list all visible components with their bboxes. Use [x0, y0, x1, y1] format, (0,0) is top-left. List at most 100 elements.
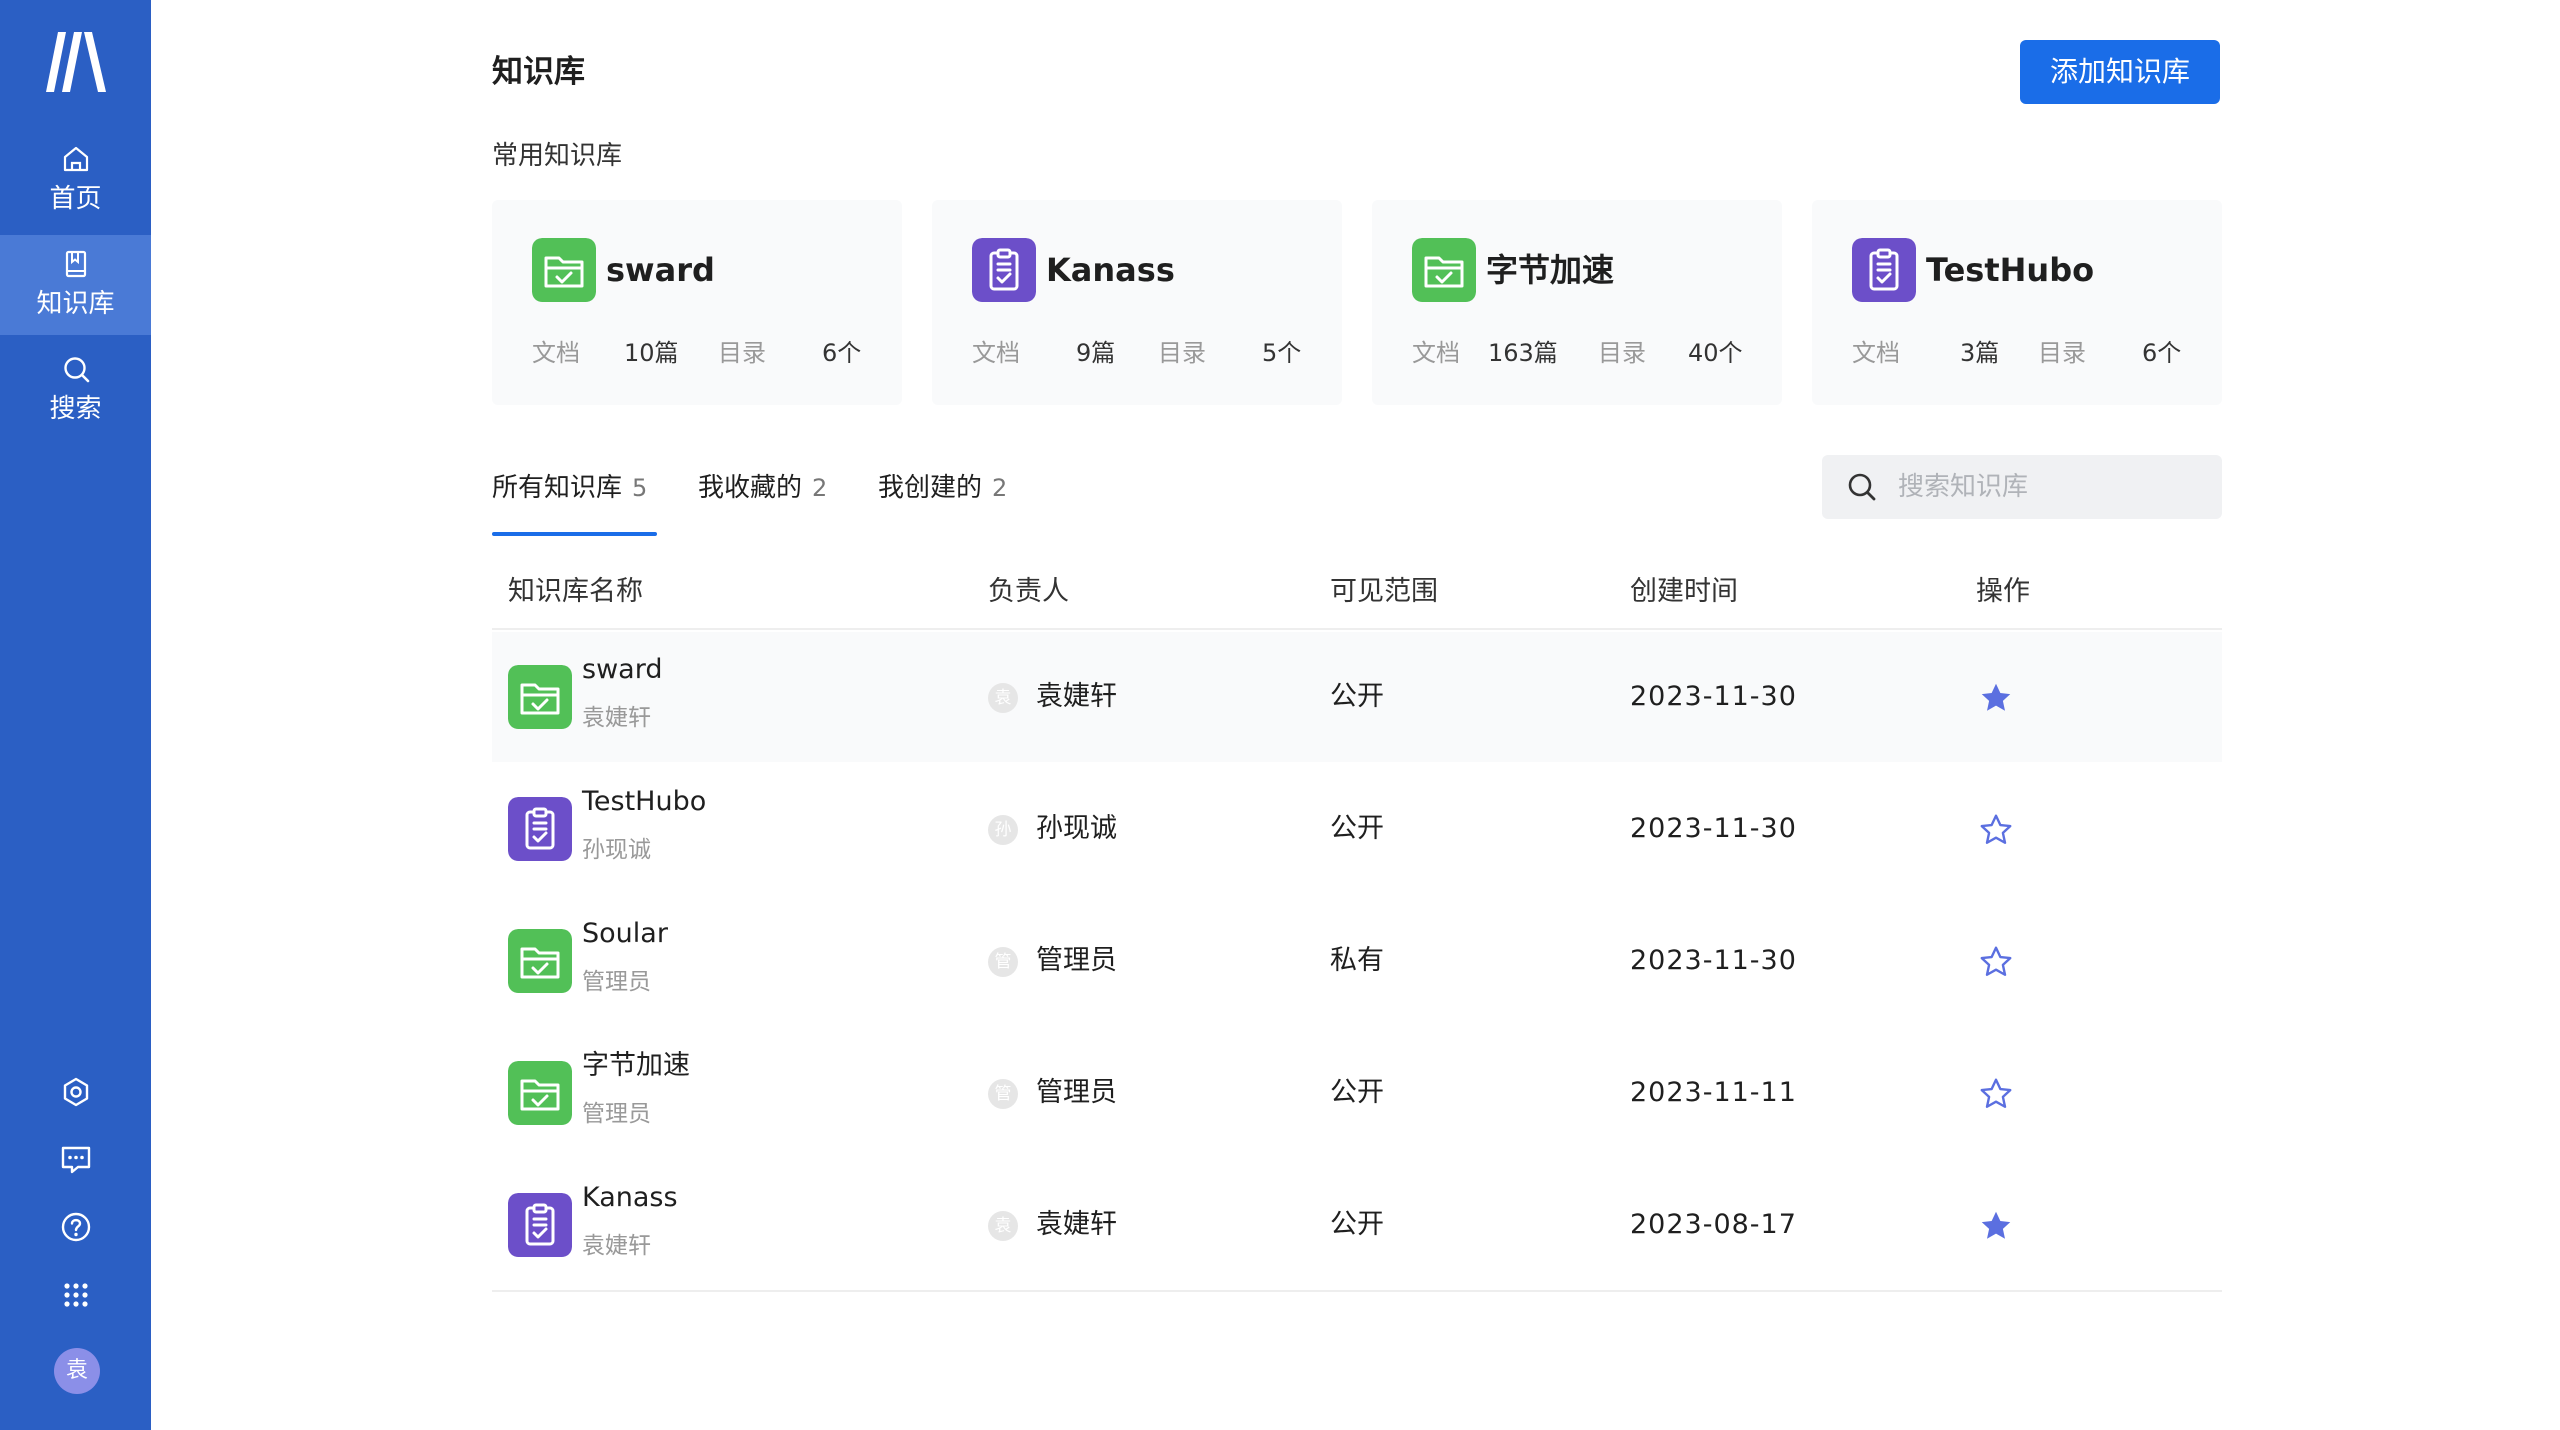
nav-label-knowledge-base: 知识库 — [36, 289, 115, 319]
visibility: 公开 — [1330, 1077, 1384, 1108]
tab-label: 所有知识库 — [492, 473, 623, 503]
folder-icon — [508, 929, 572, 993]
owner-avatar: 袁 — [988, 1211, 1018, 1241]
nav-label-search: 搜索 — [49, 394, 102, 424]
star-outline-icon[interactable] — [1978, 812, 2014, 848]
book-icon — [65, 250, 87, 278]
page-title: 知识库 — [492, 54, 585, 90]
card-doc-label: 文档 — [1412, 339, 1460, 367]
card-doc-count: 163篇 — [1488, 339, 1558, 367]
created-date: 2023-11-30 — [1630, 813, 1797, 844]
clipboard-icon — [1852, 238, 1916, 302]
card-dir-label: 目录 — [1598, 339, 1646, 367]
visibility: 公开 — [1330, 1209, 1384, 1240]
add-knowledge-base-button[interactable]: 添加知识库 — [2020, 40, 2220, 104]
created-date: 2023-11-11 — [1630, 1077, 1797, 1108]
owner-name: 孙现诚 — [1036, 813, 1117, 844]
column-header-name: 知识库名称 — [508, 576, 643, 607]
card-name: sward — [606, 251, 715, 289]
repo-card-testhubo[interactable]: TestHubo 文档 3篇 目录 6个 — [1812, 200, 2222, 405]
repo-name[interactable]: Soular — [582, 916, 668, 952]
star-filled-icon[interactable] — [1978, 680, 2014, 716]
repo-card-zijie[interactable]: 字节加速 文档 163篇 目录 40个 — [1372, 200, 1782, 405]
column-header-actions: 操作 — [1976, 576, 2030, 607]
card-dir-count: 6个 — [2142, 339, 2182, 367]
card-doc-count: 10篇 — [624, 339, 679, 367]
repo-creator: 管理员 — [582, 1101, 651, 1127]
clipboard-icon — [508, 1193, 572, 1257]
star-outline-icon[interactable] — [1978, 1076, 2014, 1112]
owner-avatar: 管 — [988, 947, 1018, 977]
help-icon[interactable] — [60, 1211, 92, 1243]
card-name: Kanass — [1046, 251, 1175, 289]
tab-count: 2 — [812, 474, 828, 502]
nav-item-search[interactable]: 搜索 — [0, 340, 151, 440]
tab-count: 2 — [992, 474, 1008, 502]
tab-label: 我创建的 — [878, 473, 983, 503]
repo-creator: 管理员 — [582, 969, 651, 995]
tab-all[interactable]: 所有知识库 5 — [492, 470, 647, 506]
repo-card-kanass[interactable]: Kanass 文档 9篇 目录 5个 — [932, 200, 1342, 405]
search-icon — [64, 357, 90, 383]
repo-name[interactable]: 字节加速 — [582, 1048, 690, 1084]
card-doc-count: 3篇 — [1960, 339, 2000, 367]
column-header-created: 创建时间 — [1630, 576, 1738, 607]
folder-icon — [1412, 238, 1476, 302]
message-icon[interactable] — [60, 1143, 92, 1175]
star-outline-icon[interactable] — [1978, 944, 2014, 980]
card-dir-label: 目录 — [2038, 339, 2086, 367]
repo-name[interactable]: TestHubo — [582, 784, 706, 820]
card-doc-label: 文档 — [532, 339, 580, 367]
table-row[interactable]: Soular 管理员 管 管理员 私有 2023-11-30 — [492, 896, 2222, 1026]
sidebar: 首页 知识库 搜索 袁 — [0, 0, 151, 1430]
owner-name: 袁婕轩 — [1036, 1209, 1117, 1240]
card-name: TestHubo — [1926, 251, 2095, 289]
table-row[interactable]: Kanass 袁婕轩 袁 袁婕轩 公开 2023-08-17 — [492, 1160, 2222, 1290]
repo-creator: 袁婕轩 — [582, 705, 651, 731]
table-row[interactable]: sward 袁婕轩 袁 袁婕轩 公开 2023-11-30 — [492, 632, 2222, 762]
table-row[interactable]: 字节加速 管理员 管 管理员 公开 2023-11-11 — [492, 1028, 2222, 1158]
search-box[interactable] — [1822, 455, 2222, 519]
search-icon — [1848, 473, 1876, 501]
card-doc-label: 文档 — [1852, 339, 1900, 367]
nav-label-home: 首页 — [49, 184, 102, 214]
created-date: 2023-08-17 — [1630, 1209, 1797, 1240]
card-dir-count: 6个 — [822, 339, 862, 367]
owner-name: 袁婕轩 — [1036, 681, 1117, 712]
visibility: 公开 — [1330, 813, 1384, 844]
repo-card-sward[interactable]: sward 文档 10篇 目录 6个 — [492, 200, 902, 405]
star-filled-icon[interactable] — [1978, 1208, 2014, 1244]
nav-item-home[interactable]: 首页 — [0, 130, 151, 230]
repo-creator: 孙现诚 — [582, 837, 651, 863]
tab-label: 我收藏的 — [698, 473, 803, 503]
created-date: 2023-11-30 — [1630, 945, 1797, 976]
nav-item-knowledge-base[interactable]: 知识库 — [0, 235, 151, 335]
settings-icon[interactable] — [60, 1076, 92, 1108]
card-doc-label: 文档 — [972, 339, 1020, 367]
table-bottom-divider — [492, 1290, 2222, 1292]
column-header-owner: 负责人 — [988, 576, 1069, 607]
tab-favorites[interactable]: 我收藏的 2 — [698, 470, 827, 506]
clipboard-icon — [508, 797, 572, 861]
card-dir-label: 目录 — [1158, 339, 1206, 367]
card-dir-count: 5个 — [1262, 339, 1302, 367]
owner-name: 管理员 — [1036, 1077, 1117, 1108]
visibility: 公开 — [1330, 681, 1384, 712]
card-doc-count: 9篇 — [1076, 339, 1116, 367]
tab-created[interactable]: 我创建的 2 — [878, 470, 1007, 506]
owner-avatar: 管 — [988, 1079, 1018, 1109]
repo-name[interactable]: Kanass — [582, 1180, 678, 1216]
clipboard-icon — [972, 238, 1036, 302]
folder-icon — [508, 665, 572, 729]
card-dir-label: 目录 — [718, 339, 766, 367]
apps-grid-icon[interactable] — [60, 1279, 92, 1311]
table-row[interactable]: TestHubo 孙现诚 孙 孙现诚 公开 2023-11-30 — [492, 764, 2222, 894]
owner-name: 管理员 — [1036, 945, 1117, 976]
search-input[interactable] — [1898, 467, 2198, 507]
user-avatar[interactable]: 袁 — [54, 1348, 100, 1394]
created-date: 2023-11-30 — [1630, 681, 1797, 712]
repo-name[interactable]: sward — [582, 652, 662, 688]
app-logo-icon[interactable] — [44, 32, 106, 92]
card-name: 字节加速 — [1486, 251, 1615, 289]
folder-icon — [532, 238, 596, 302]
